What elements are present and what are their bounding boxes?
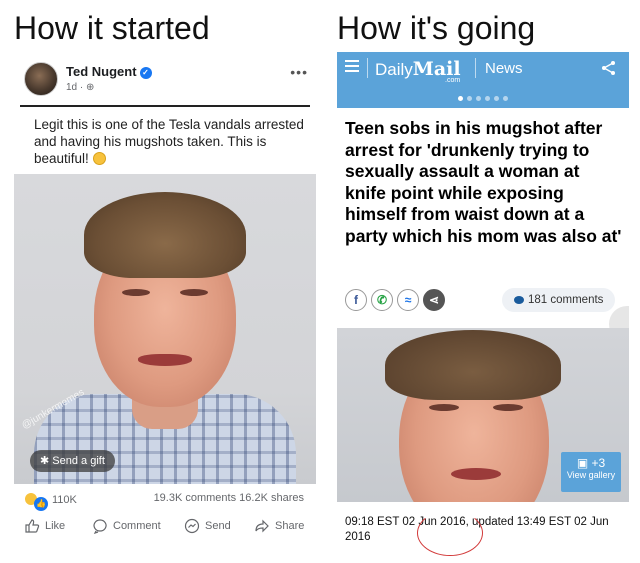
comment-count[interactable]: 19.3K comments — [154, 492, 237, 504]
messenger-icon — [184, 518, 200, 534]
laughing-emoji-icon — [92, 152, 106, 165]
red-annotation-circle — [417, 510, 483, 556]
hair — [385, 330, 561, 400]
post-meta: 1d · ⊕ — [66, 82, 94, 93]
send-label: Send — [205, 520, 231, 532]
send-gift-label: Send a gift — [52, 455, 105, 467]
comment-label: Comment — [113, 520, 161, 532]
right-eye — [493, 404, 523, 411]
heading-how-it-started: How it started — [14, 10, 210, 46]
article-headline[interactable]: Teen sobs in his mugshot after arrest fo… — [345, 118, 625, 247]
daily-mail-header-bar: DailyMail .com News — [337, 52, 629, 108]
like-button[interactable]: Like — [24, 518, 65, 534]
whatsapp-icon[interactable]: ✆ — [371, 289, 393, 311]
comments-button[interactable]: 181 comments — [502, 288, 616, 312]
gallery-label: View gallery — [566, 470, 616, 480]
share-count[interactable]: 16.2K shares — [239, 492, 304, 504]
like-label: Like — [45, 520, 66, 532]
share-icon[interactable]: ⋖ — [423, 289, 445, 311]
hamburger-menu-icon[interactable] — [345, 60, 359, 75]
reactions[interactable]: 👍 110K — [24, 492, 77, 511]
crying-mouth — [138, 354, 192, 366]
send-button[interactable]: Send — [184, 518, 231, 534]
like-reaction-icon: 👍 — [34, 497, 48, 511]
hair — [84, 192, 246, 278]
crying-mouth — [451, 468, 501, 480]
facebook-icon[interactable]: f — [345, 289, 367, 311]
share-icon[interactable] — [601, 60, 617, 76]
post-time: 1d · — [66, 82, 87, 93]
daily-mail-article: DailyMail .com News Teen sobs in his mug… — [337, 52, 629, 557]
send-gift-button[interactable]: ✱ Send a gift — [30, 450, 115, 472]
comment-share-counts: 19.3K comments 16.2K shares — [154, 492, 304, 504]
logo-daily: Daily — [375, 60, 413, 79]
more-options-icon[interactable]: ••• — [290, 64, 308, 80]
heading-how-its-going: How it's going — [337, 10, 536, 46]
article-timestamp: 09:18 EST 02 Jun 2016, updated 13:49 EST… — [345, 516, 609, 543]
share-label: Share — [275, 520, 305, 532]
comment-button[interactable]: Comment — [92, 518, 161, 534]
post-text-body: Legit this is one of the Tesla vandals a… — [34, 117, 304, 166]
left-eye — [122, 289, 150, 296]
thumbs-up-icon — [25, 519, 40, 533]
globe-icon: ⊕ — [86, 82, 95, 93]
comment-bubble-icon — [514, 296, 524, 304]
author-name-row[interactable]: Ted Nugent ✓ — [66, 64, 152, 79]
logo-com: .com — [445, 77, 461, 84]
social-share-buttons: f ✆ ≈ ⋖ — [345, 289, 445, 311]
view-gallery-button[interactable]: ▣ +3 View gallery — [561, 452, 621, 492]
messenger-icon[interactable]: ≈ — [397, 289, 419, 311]
section-news[interactable]: News — [485, 60, 523, 77]
post-text: Legit this is one of the Tesla vandals a… — [34, 116, 304, 167]
carousel-dots — [337, 94, 629, 101]
gift-icon: ✱ — [40, 455, 50, 467]
gallery-icon: ▣ — [576, 456, 589, 470]
comment-icon — [93, 519, 107, 534]
author-name[interactable]: Ted Nugent — [66, 64, 137, 79]
verified-badge-icon: ✓ — [139, 67, 152, 79]
share-button[interactable]: Share — [254, 518, 304, 534]
post-actions: Like Comment Send Share — [14, 518, 316, 540]
comments-count: 181 comments — [528, 294, 604, 306]
avatar[interactable] — [24, 62, 58, 96]
post-stats: 👍 110K 19.3K comments 16.2K shares — [14, 492, 316, 511]
right-eye — [180, 289, 208, 296]
separator — [475, 58, 476, 78]
post-header: Ted Nugent ✓ 1d · ⊕ ••• — [14, 58, 316, 102]
divider — [20, 105, 310, 107]
mugshot-photo[interactable]: @junkermemes ✱ Send a gift — [14, 174, 316, 484]
reaction-count: 110K — [52, 494, 77, 506]
left-eye — [429, 404, 459, 411]
separator — [367, 58, 368, 78]
share-arrow-icon — [255, 519, 269, 533]
facebook-post: Ted Nugent ✓ 1d · ⊕ ••• Legit this is one… — [14, 52, 316, 557]
gallery-count: +3 — [591, 456, 606, 470]
mugshot-photo[interactable]: ▣ +3 View gallery — [337, 328, 629, 502]
